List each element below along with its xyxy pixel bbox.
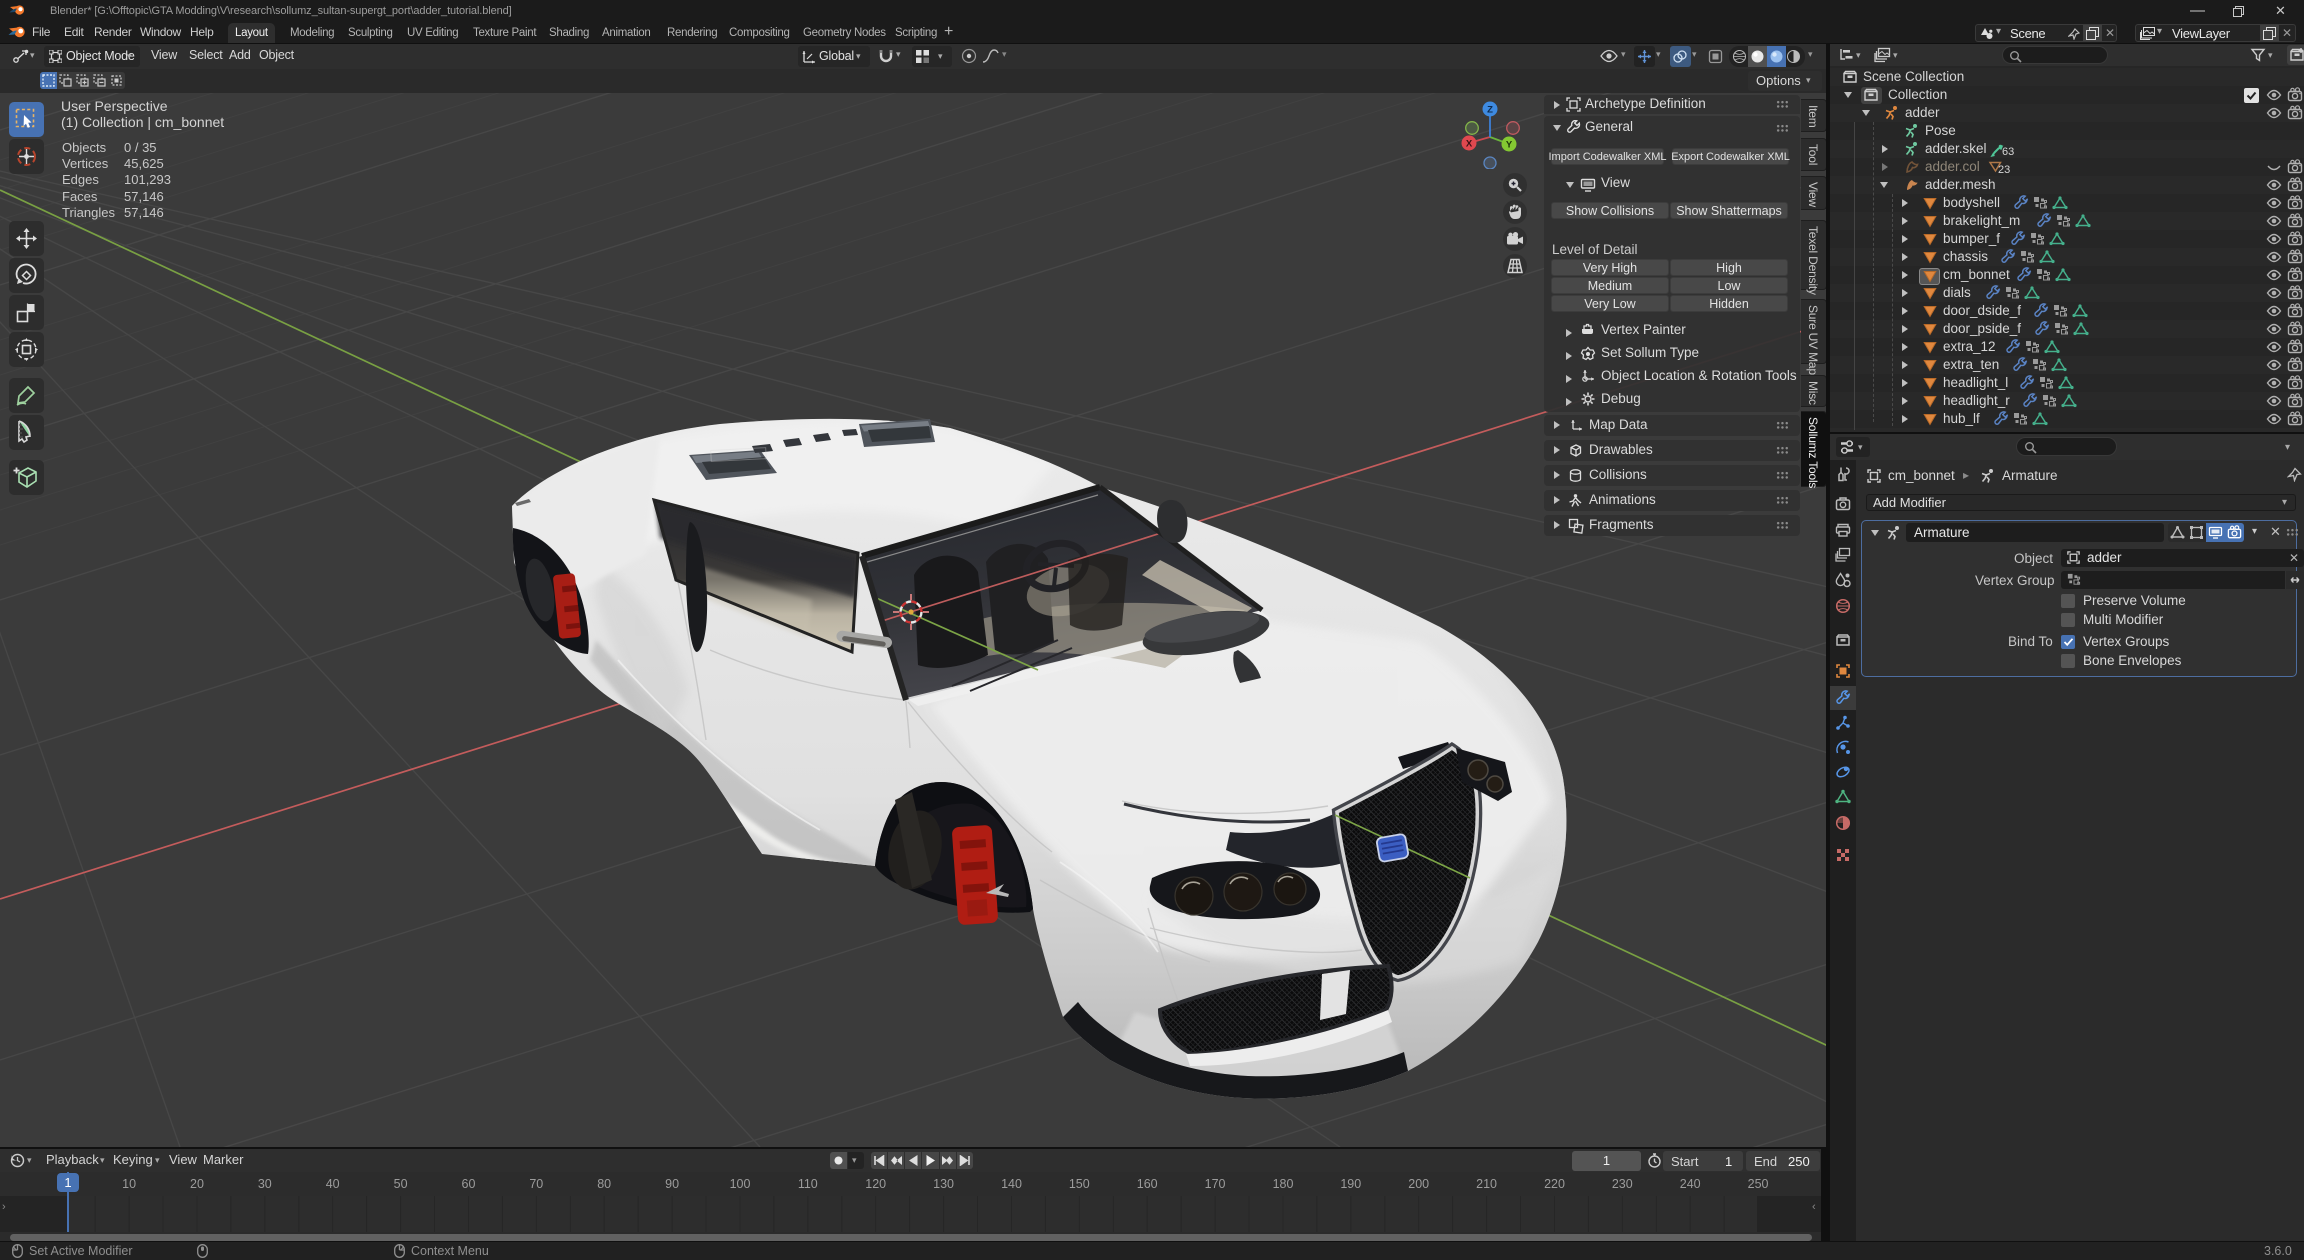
svg-text:140: 140 [1001, 1177, 1022, 1191]
svg-text:60: 60 [462, 1177, 476, 1191]
svg-text:20: 20 [190, 1177, 204, 1191]
svg-text:240: 240 [1680, 1177, 1701, 1191]
svg-text:250: 250 [1748, 1177, 1769, 1191]
svg-text:80: 80 [597, 1177, 611, 1191]
svg-text:200: 200 [1408, 1177, 1429, 1191]
svg-text:210: 210 [1476, 1177, 1497, 1191]
svg-text:10: 10 [122, 1177, 136, 1191]
svg-text:100: 100 [730, 1177, 751, 1191]
svg-text:X: X [1466, 139, 1473, 150]
svg-text:Y: Y [1506, 140, 1513, 151]
svg-text:170: 170 [1205, 1177, 1226, 1191]
svg-text:Z: Z [1487, 105, 1493, 116]
svg-text:50: 50 [394, 1177, 408, 1191]
svg-text:40: 40 [326, 1177, 340, 1191]
svg-text:180: 180 [1273, 1177, 1294, 1191]
svg-text:230: 230 [1612, 1177, 1633, 1191]
svg-text:110: 110 [798, 1177, 818, 1191]
svg-text:90: 90 [665, 1177, 679, 1191]
svg-text:150: 150 [1069, 1177, 1090, 1191]
svg-text:220: 220 [1544, 1177, 1565, 1191]
svg-text:120: 120 [865, 1177, 886, 1191]
svg-text:190: 190 [1340, 1177, 1361, 1191]
svg-text:160: 160 [1137, 1177, 1158, 1191]
svg-text:30: 30 [258, 1177, 272, 1191]
svg-text:130: 130 [933, 1177, 954, 1191]
svg-text:70: 70 [529, 1177, 543, 1191]
